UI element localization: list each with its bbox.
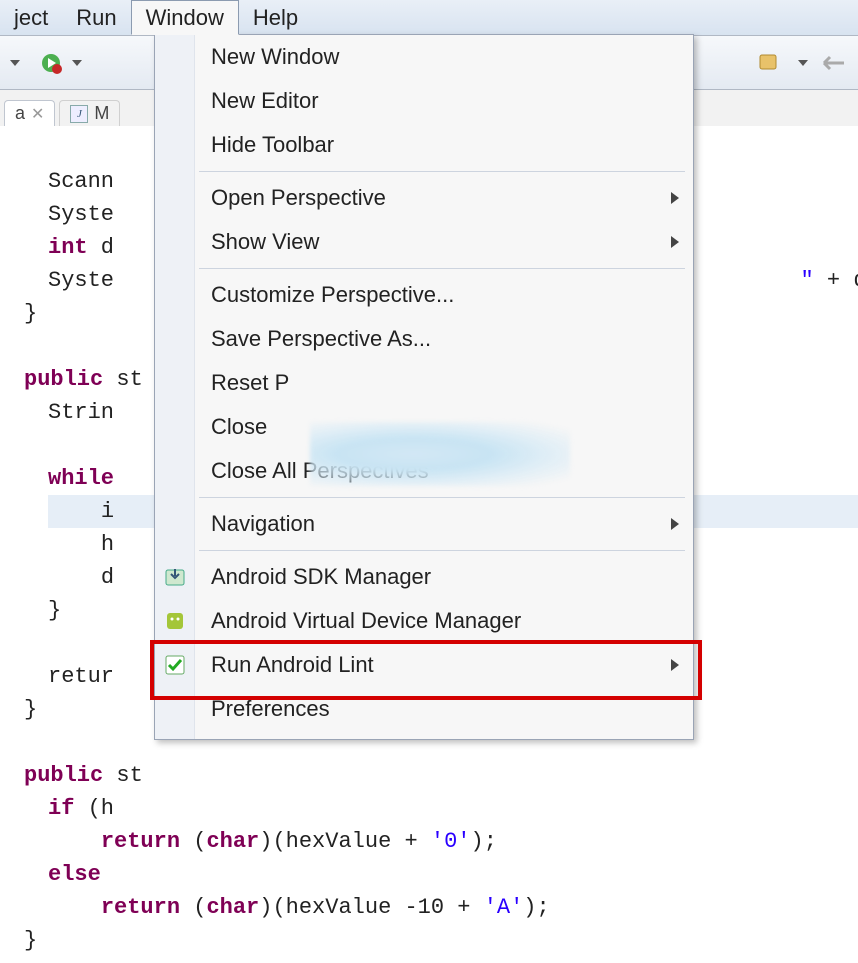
editor-tab-a[interactable]: a ✕ (4, 100, 55, 126)
menubar: ject Run Window Help (0, 0, 858, 36)
submenu-arrow-icon (671, 659, 679, 671)
submenu-arrow-icon (671, 236, 679, 248)
code-line: Syste (48, 202, 114, 227)
run-icon[interactable] (38, 50, 64, 76)
menu-new-window[interactable]: New Window (155, 35, 693, 79)
toolbar-right-icon[interactable] (756, 50, 782, 76)
menu-save-perspective-as[interactable]: Save Perspective As... (155, 317, 693, 361)
tab-label: a (15, 103, 25, 124)
menu-project[interactable]: ject (0, 0, 62, 35)
close-icon[interactable]: ✕ (31, 104, 44, 124)
dropdown-icon[interactable] (10, 60, 20, 66)
menu-separator (199, 497, 685, 498)
code-line: Scann (48, 169, 114, 194)
menu-android-sdk-manager[interactable]: Android SDK Manager (155, 555, 693, 599)
checkbox-green-icon (163, 653, 187, 677)
toolbar-arrow-icon[interactable] (822, 50, 848, 76)
code-line: int d (48, 235, 114, 260)
code-line: public st (24, 363, 143, 396)
submenu-arrow-icon (671, 192, 679, 204)
window-menu-dropdown: New Window New Editor Hide Toolbar Open … (154, 34, 694, 740)
editor-tab-m[interactable]: J M (59, 100, 120, 126)
java-file-icon: J (70, 105, 88, 123)
menu-android-avd-manager[interactable]: Android Virtual Device Manager (155, 599, 693, 643)
tab-label: M (94, 103, 109, 124)
code-line: return (char)(hexValue -10 + 'A'); (48, 895, 550, 920)
code-line: } (48, 598, 61, 623)
menu-navigation[interactable]: Navigation (155, 502, 693, 546)
menu-show-view[interactable]: Show View (155, 220, 693, 264)
android-sdk-icon (163, 565, 187, 589)
code-line: d (48, 565, 114, 590)
menu-run[interactable]: Run (62, 0, 130, 35)
menu-customize-perspective[interactable]: Customize Perspective... (155, 273, 693, 317)
menu-reset-perspective[interactable]: Reset P (155, 361, 693, 405)
menu-help[interactable]: Help (239, 0, 312, 35)
menu-separator (199, 268, 685, 269)
menu-open-perspective[interactable]: Open Perspective (155, 176, 693, 220)
menu-hide-toolbar[interactable]: Hide Toolbar (155, 123, 693, 167)
code-line: return (char)(hexValue + '0'); (48, 829, 497, 854)
code-line: if (h (48, 796, 114, 821)
dropdown-icon[interactable] (72, 60, 82, 66)
blur-smudge-annotation (310, 422, 570, 486)
menu-run-android-lint[interactable]: Run Android Lint (155, 643, 693, 687)
code-line: while (48, 466, 114, 491)
code-line: Strin (48, 400, 114, 425)
code-line: h (48, 532, 114, 557)
menu-new-editor[interactable]: New Editor (155, 79, 693, 123)
menu-separator (199, 171, 685, 172)
code-line: retur (48, 664, 114, 689)
menu-window[interactable]: Window (131, 0, 239, 35)
submenu-arrow-icon (671, 518, 679, 530)
code-line: else (48, 862, 101, 887)
android-avd-icon (163, 609, 187, 633)
menu-separator (199, 550, 685, 551)
code-line: } (24, 693, 37, 726)
menu-preferences[interactable]: Preferences (155, 687, 693, 731)
code-line: } (24, 924, 37, 957)
dropdown-icon[interactable] (798, 60, 808, 66)
code-line: public st (24, 759, 143, 792)
code-line: } (24, 297, 37, 330)
